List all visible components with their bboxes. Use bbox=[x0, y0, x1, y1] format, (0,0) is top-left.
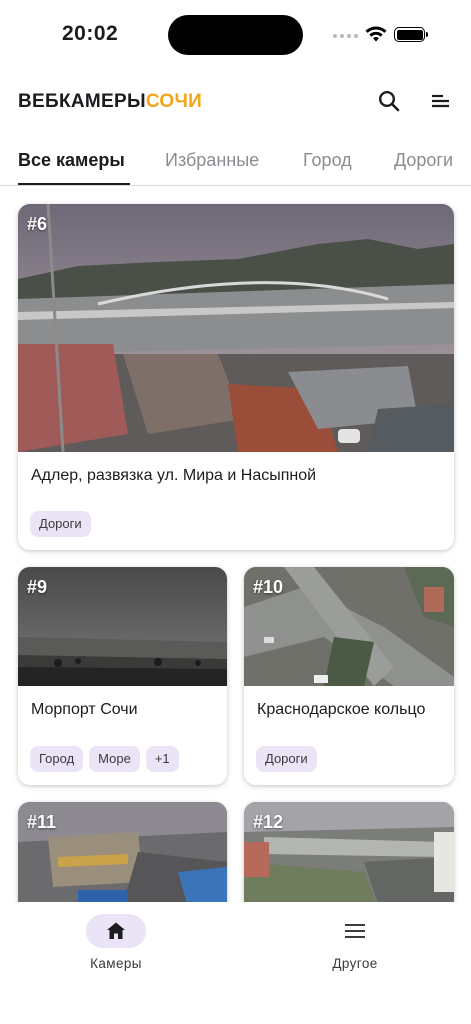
camera-number: #9 bbox=[27, 577, 48, 597]
search-icon[interactable] bbox=[374, 86, 404, 116]
app-bar: ВЕБКАМЕРЫСОЧИ bbox=[0, 80, 471, 124]
tab-roads[interactable]: Дороги bbox=[394, 150, 453, 171]
camera-number: #12 bbox=[253, 812, 284, 832]
home-icon bbox=[107, 922, 125, 939]
tab-favorites[interactable]: Избранные bbox=[165, 150, 259, 171]
status-bar: 20:02 bbox=[0, 0, 471, 68]
menu-icon bbox=[345, 924, 365, 938]
nav-item-cameras[interactable]: Камеры bbox=[56, 914, 176, 971]
camera-title: Морпорт Сочи bbox=[31, 701, 138, 718]
camera-number: #10 bbox=[253, 577, 284, 597]
camera-title: Адлер, развязка ул. Мира и Насыпной bbox=[31, 467, 317, 484]
camera-card[interactable]: #10 Краснодарское кольцо Дороги bbox=[244, 567, 454, 785]
camera-tags: Дороги bbox=[256, 746, 317, 772]
nav-item-other[interactable]: Другое bbox=[295, 914, 415, 971]
camera-thumbnail bbox=[18, 567, 227, 686]
tag-chip-more[interactable]: +1 bbox=[145, 746, 179, 772]
camera-number: #11 bbox=[27, 812, 57, 832]
camera-title: Краснодарское кольцо bbox=[257, 701, 426, 718]
app-logo: ВЕБКАМЕРЫСОЧИ bbox=[18, 91, 202, 113]
tag-chip[interactable]: Дороги bbox=[256, 746, 317, 772]
camera-thumbnail bbox=[18, 204, 454, 452]
nav-label: Камеры bbox=[90, 956, 142, 971]
tag-chip[interactable]: Город bbox=[30, 746, 84, 772]
wifi-icon bbox=[365, 26, 387, 42]
sort-menu-icon[interactable] bbox=[426, 86, 456, 116]
tab-city[interactable]: Город bbox=[303, 150, 352, 171]
camera-tags: Дороги bbox=[30, 511, 91, 537]
dynamic-island bbox=[168, 15, 303, 55]
active-tab-indicator bbox=[18, 183, 130, 185]
bottom-navigation: Камеры Другое bbox=[0, 902, 471, 1024]
camera-card[interactable]: #6 Адлер, развязка ул. Мира и Насыпной Д… bbox=[18, 204, 454, 550]
tab-all-cameras[interactable]: Все камеры bbox=[18, 150, 125, 171]
camera-card[interactable]: #9 Морпорт Сочи Город Море +1 bbox=[18, 567, 227, 785]
nav-label: Другое bbox=[332, 956, 378, 971]
nav-active-indicator bbox=[86, 914, 146, 948]
logo-accent-text: СОЧИ bbox=[145, 91, 203, 112]
tag-chip[interactable]: Море bbox=[89, 746, 140, 772]
category-tabs: Все камеры Избранные Город Дороги bbox=[0, 136, 471, 186]
camera-number: #6 bbox=[27, 214, 48, 234]
status-time: 20:02 bbox=[62, 22, 119, 45]
camera-tags: Город Море +1 bbox=[30, 746, 179, 772]
logo-text: ВЕБКАМЕРЫ bbox=[18, 91, 146, 112]
tag-chip[interactable]: Дороги bbox=[30, 511, 91, 537]
signal-icon bbox=[333, 34, 358, 38]
battery-icon bbox=[394, 27, 428, 42]
